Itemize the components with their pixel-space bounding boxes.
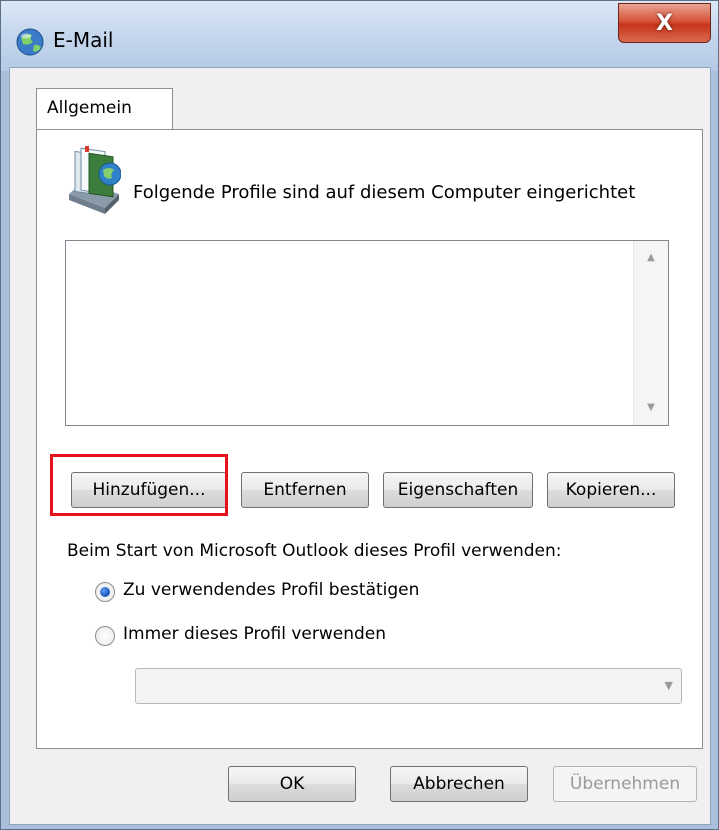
listbox-scrollbar[interactable]: ▲ ▼ (633, 241, 668, 425)
ok-button[interactable]: OK (228, 766, 356, 802)
scroll-up-icon[interactable]: ▲ (634, 243, 668, 273)
properties-button[interactable]: Eigenschaften (383, 472, 533, 508)
radio-always-use-profile-label[interactable]: Immer dieses Profil verwenden (123, 624, 386, 644)
startup-label: Beim Start von Microsoft Outlook dieses … (67, 541, 562, 561)
cancel-button[interactable]: Abbrechen (390, 766, 528, 802)
apply-button[interactable]: Übernehmen (553, 766, 697, 802)
tab-general[interactable]: Allgemein (36, 88, 173, 130)
copy-profile-button[interactable]: Kopieren... (547, 472, 675, 508)
window-title: E-Mail (53, 28, 114, 52)
profile-dropdown[interactable]: ▼ (135, 668, 682, 704)
add-button-highlight (50, 454, 228, 516)
tab-label: Allgemein (47, 98, 132, 118)
remove-profile-button[interactable]: Entfernen (241, 472, 369, 508)
close-button[interactable]: X (618, 3, 711, 43)
tab-panel-general: Folgende Profile sind auf diesem Compute… (36, 129, 703, 749)
radio-confirm-profile-label[interactable]: Zu verwendendes Profil bestätigen (123, 580, 419, 600)
radio-selected-dot (100, 587, 110, 597)
outlook-globe-icon (16, 28, 44, 56)
dialog-client-area: Allgemein Folgende Profile sind auf dies… (9, 67, 711, 825)
radio-confirm-profile[interactable] (95, 582, 115, 602)
scroll-down-icon[interactable]: ▼ (634, 393, 668, 423)
profiles-heading: Folgende Profile sind auf diesem Compute… (133, 182, 636, 203)
profile-cards-icon (69, 146, 121, 214)
dialog-window: E-Mail X Allgemein Folgende Profile sind… (0, 0, 719, 830)
radio-always-use-profile[interactable] (95, 626, 115, 646)
title-bar[interactable]: E-Mail X (1, 1, 718, 71)
profile-listbox[interactable]: ▲ ▼ (65, 240, 669, 426)
dropdown-arrow-icon: ▼ (664, 679, 673, 692)
close-icon: X (656, 10, 673, 36)
